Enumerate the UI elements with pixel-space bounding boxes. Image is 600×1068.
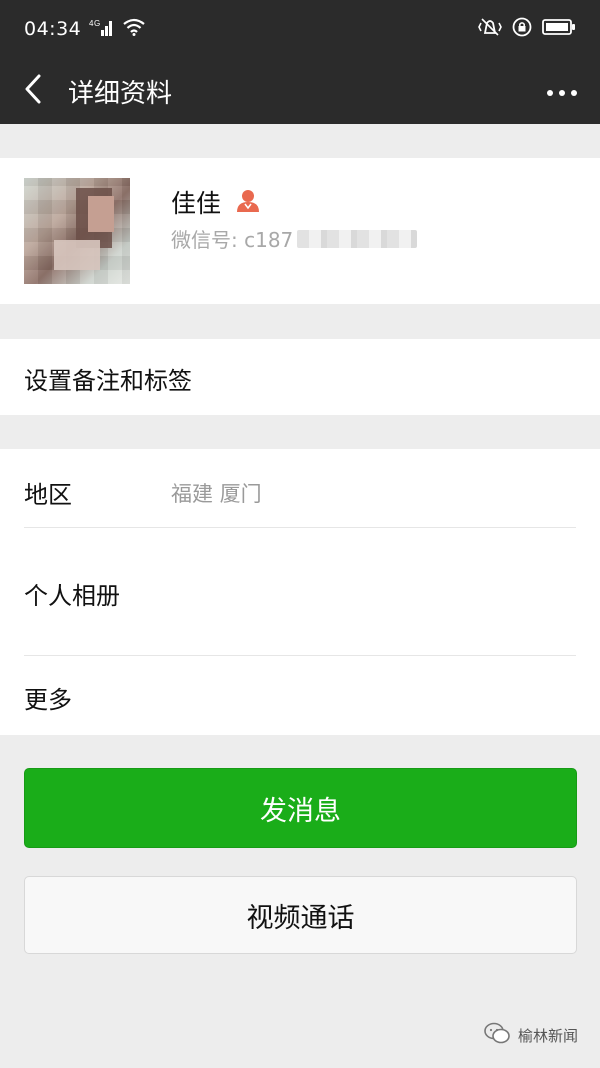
lock-rotation-icon bbox=[512, 17, 532, 41]
back-button[interactable] bbox=[0, 58, 66, 124]
info-section: 地区 福建 厦门 个人相册 更多 bbox=[0, 449, 600, 735]
region-row: 地区 福建 厦门 bbox=[0, 449, 600, 539]
wifi-icon bbox=[123, 18, 145, 41]
region-label: 地区 bbox=[24, 481, 72, 509]
more-dots-icon bbox=[546, 82, 578, 101]
more-button[interactable] bbox=[540, 72, 584, 110]
region-value: 福建 厦门 bbox=[171, 482, 262, 506]
battery-icon bbox=[542, 18, 576, 40]
status-time: 04:34 bbox=[24, 18, 82, 40]
chevron-left-icon bbox=[23, 73, 43, 109]
personal-album-label: 个人相册 bbox=[24, 582, 120, 610]
female-user-icon bbox=[235, 187, 261, 217]
more-row[interactable]: 更多 bbox=[0, 656, 600, 735]
navigation-bar: 详细资料 bbox=[0, 58, 600, 124]
vibrate-icon bbox=[478, 17, 502, 41]
watermark: 榆林新闻 bbox=[484, 1022, 578, 1048]
network-type-label: 4G bbox=[89, 19, 101, 28]
more-label: 更多 bbox=[24, 686, 72, 714]
status-left: 04:34 4G bbox=[24, 18, 145, 41]
wechat-logo-icon bbox=[484, 1022, 510, 1048]
avatar[interactable] bbox=[24, 178, 130, 284]
personal-album-row[interactable]: 个人相册 bbox=[0, 528, 600, 655]
video-call-button[interactable]: 视频通话 bbox=[24, 876, 577, 954]
watermark-text: 榆林新闻 bbox=[517, 1026, 578, 1045]
status-right bbox=[478, 17, 576, 41]
signal-icon: 4G bbox=[89, 18, 115, 41]
profile-name-row: 佳佳 bbox=[171, 184, 261, 220]
wechat-id-label: 微信号: c187 bbox=[171, 228, 294, 252]
send-message-button[interactable]: 发消息 bbox=[24, 768, 577, 848]
set-remark-and-tags-label: 设置备注和标签 bbox=[24, 367, 192, 395]
page-title: 详细资料 bbox=[68, 78, 173, 109]
status-bar: 04:34 4G bbox=[0, 0, 600, 58]
profile-name: 佳佳 bbox=[171, 189, 222, 218]
wechat-id: 微信号: c187 bbox=[171, 224, 418, 253]
set-remark-and-tags-row[interactable]: 设置备注和标签 bbox=[0, 339, 600, 415]
wechat-id-blurred bbox=[297, 229, 418, 248]
